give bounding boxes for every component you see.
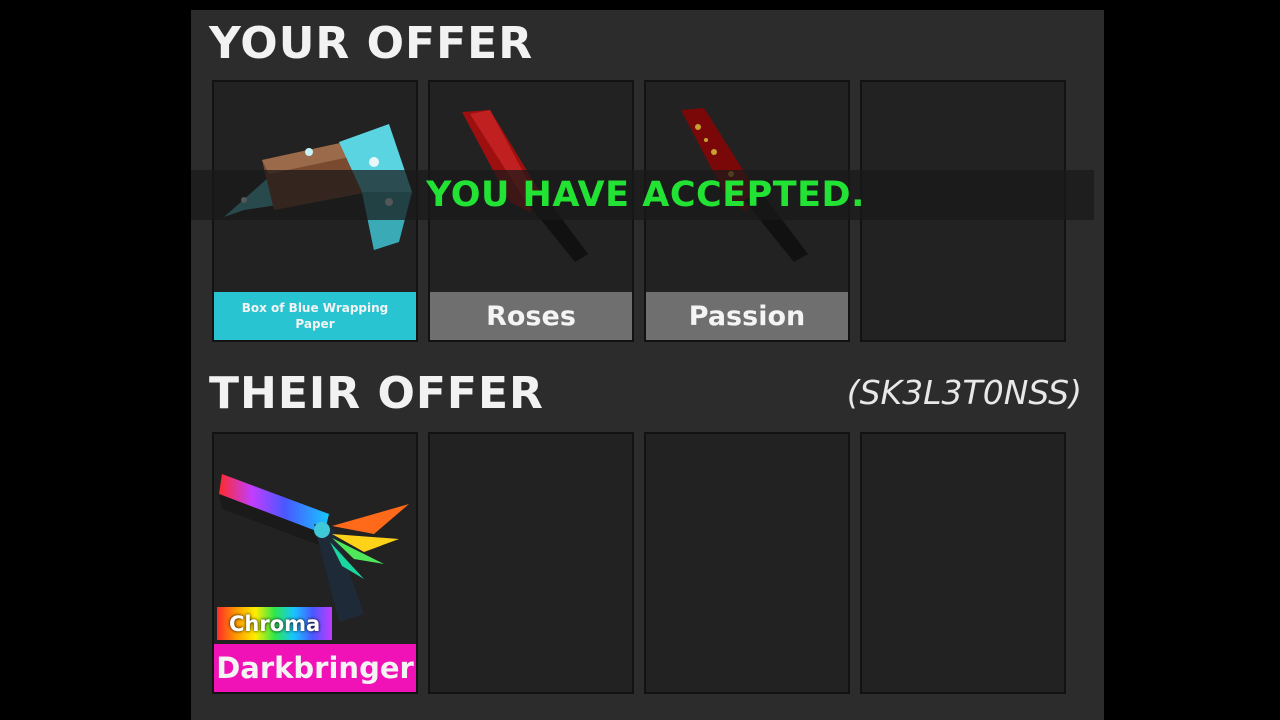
- item-label: Darkbringer: [214, 644, 416, 692]
- your-offer-heading: YOUR OFFER: [209, 18, 534, 69]
- trade-panel: YOUR OFFER Box of Blue Wrapping Paper Ro…: [191, 10, 1104, 720]
- item-label: Passion: [646, 292, 848, 340]
- their-offer-slot-2[interactable]: [428, 432, 634, 694]
- their-offer-slot-3[interactable]: [644, 432, 850, 694]
- trade-partner-name: (SK3L3T0NSS): [846, 373, 1082, 412]
- accepted-banner: YOU HAVE ACCEPTED.: [191, 170, 1094, 220]
- their-offer-heading: THEIR OFFER: [209, 368, 544, 419]
- their-offer-slot-1[interactable]: Chroma Darkbringer: [212, 432, 418, 694]
- their-offer-slot-4[interactable]: [860, 432, 1066, 694]
- accepted-status-text: YOU HAVE ACCEPTED.: [426, 175, 865, 215]
- item-label: Box of Blue Wrapping Paper: [214, 292, 416, 340]
- chroma-badge: Chroma: [217, 607, 333, 640]
- item-label: Roses: [430, 292, 632, 340]
